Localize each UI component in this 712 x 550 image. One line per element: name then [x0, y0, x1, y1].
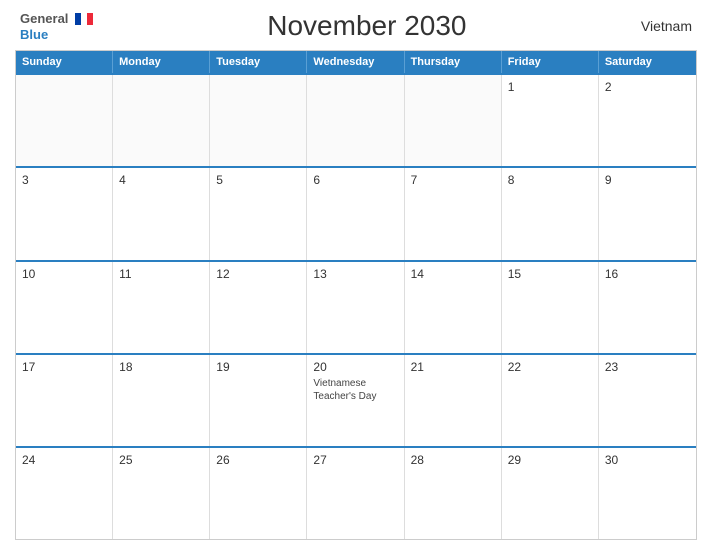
country-label: Vietnam — [641, 18, 692, 34]
day-number: 8 — [508, 173, 592, 187]
calendar-header-thursday: Thursday — [405, 51, 502, 73]
day-number: 2 — [605, 80, 690, 94]
day-number: 21 — [411, 360, 495, 374]
day-number: 26 — [216, 453, 300, 467]
day-number: 20 — [313, 360, 397, 374]
day-number: 11 — [119, 267, 203, 281]
day-number: 17 — [22, 360, 106, 374]
day-number: 9 — [605, 173, 690, 187]
day-number: 12 — [216, 267, 300, 281]
calendar-cell — [113, 75, 210, 166]
calendar-cell: 21 — [405, 355, 502, 446]
day-number: 16 — [605, 267, 690, 281]
day-number: 15 — [508, 267, 592, 281]
calendar-header-sunday: Sunday — [16, 51, 113, 73]
calendar-header: SundayMondayTuesdayWednesdayThursdayFrid… — [16, 51, 696, 73]
calendar-grid: SundayMondayTuesdayWednesdayThursdayFrid… — [15, 50, 697, 540]
calendar-cell: 1 — [502, 75, 599, 166]
day-number: 1 — [508, 80, 592, 94]
calendar-cell: 20 Vietnamese Teacher's Day — [307, 355, 404, 446]
page-header: General Blue November 2030 Vietnam — [15, 10, 697, 42]
day-number: 25 — [119, 453, 203, 467]
calendar-cell: 12 — [210, 262, 307, 353]
calendar-cell — [307, 75, 404, 166]
day-number: 27 — [313, 453, 397, 467]
calendar-cell: 2 — [599, 75, 696, 166]
calendar-cell: 24 — [16, 448, 113, 539]
calendar-cell: 27 — [307, 448, 404, 539]
calendar-cell: 28 — [405, 448, 502, 539]
calendar-event: Vietnamese Teacher's Day — [313, 377, 397, 403]
calendar-header-wednesday: Wednesday — [307, 51, 404, 73]
calendar-header-saturday: Saturday — [599, 51, 696, 73]
logo-blue-text: Blue — [20, 28, 48, 42]
calendar-week-2: 3456789 — [16, 166, 696, 259]
calendar-header-tuesday: Tuesday — [210, 51, 307, 73]
calendar-cell: 17 — [16, 355, 113, 446]
day-number: 19 — [216, 360, 300, 374]
calendar-cell: 19 — [210, 355, 307, 446]
calendar-cell: 30 — [599, 448, 696, 539]
day-number: 7 — [411, 173, 495, 187]
calendar-cell: 11 — [113, 262, 210, 353]
calendar-cell: 4 — [113, 168, 210, 259]
calendar-cell — [16, 75, 113, 166]
day-number: 14 — [411, 267, 495, 281]
logo: General Blue — [20, 10, 93, 42]
calendar-cell: 13 — [307, 262, 404, 353]
calendar-cell — [405, 75, 502, 166]
calendar-cell: 6 — [307, 168, 404, 259]
calendar-cell: 8 — [502, 168, 599, 259]
calendar-week-3: 10 11 12 13 14 15 16 — [16, 260, 696, 353]
day-number: 29 — [508, 453, 592, 467]
day-number: 18 — [119, 360, 203, 374]
calendar-week-4: 17 18 19 20 Vietnamese Teacher's Day 21 22 23 — [16, 353, 696, 446]
calendar-week-5: 24 25 26 27 28 29 30 — [16, 446, 696, 539]
calendar-body: 1234567891011121314151617181920Vietnames… — [16, 73, 696, 539]
calendar-header-monday: Monday — [113, 51, 210, 73]
calendar-cell: 23 — [599, 355, 696, 446]
calendar-cell: 7 — [405, 168, 502, 259]
calendar-cell — [210, 75, 307, 166]
calendar-cell: 16 — [599, 262, 696, 353]
calendar-week-1: 12 — [16, 73, 696, 166]
day-number: 23 — [605, 360, 690, 374]
logo-flag-icon — [75, 13, 93, 25]
day-number: 30 — [605, 453, 690, 467]
calendar-cell: 10 — [16, 262, 113, 353]
calendar-cell: 5 — [210, 168, 307, 259]
day-number: 3 — [22, 173, 106, 187]
day-number: 13 — [313, 267, 397, 281]
calendar-cell: 26 — [210, 448, 307, 539]
day-number: 10 — [22, 267, 106, 281]
calendar-cell: 3 — [16, 168, 113, 259]
calendar-cell: 25 — [113, 448, 210, 539]
calendar-header-friday: Friday — [502, 51, 599, 73]
calendar-cell: 9 — [599, 168, 696, 259]
day-number: 28 — [411, 453, 495, 467]
calendar-page: General Blue November 2030 Vietnam Sunda… — [0, 0, 712, 550]
logo-general-text: General — [20, 11, 68, 26]
logo-top: General — [20, 10, 93, 28]
page-title: November 2030 — [267, 10, 466, 42]
day-number: 24 — [22, 453, 106, 467]
calendar-cell: 14 — [405, 262, 502, 353]
calendar-cell: 22 — [502, 355, 599, 446]
day-number: 22 — [508, 360, 592, 374]
calendar-cell: 15 — [502, 262, 599, 353]
day-number: 4 — [119, 173, 203, 187]
calendar-cell: 29 — [502, 448, 599, 539]
day-number: 6 — [313, 173, 397, 187]
day-number: 5 — [216, 173, 300, 187]
calendar-cell: 18 — [113, 355, 210, 446]
